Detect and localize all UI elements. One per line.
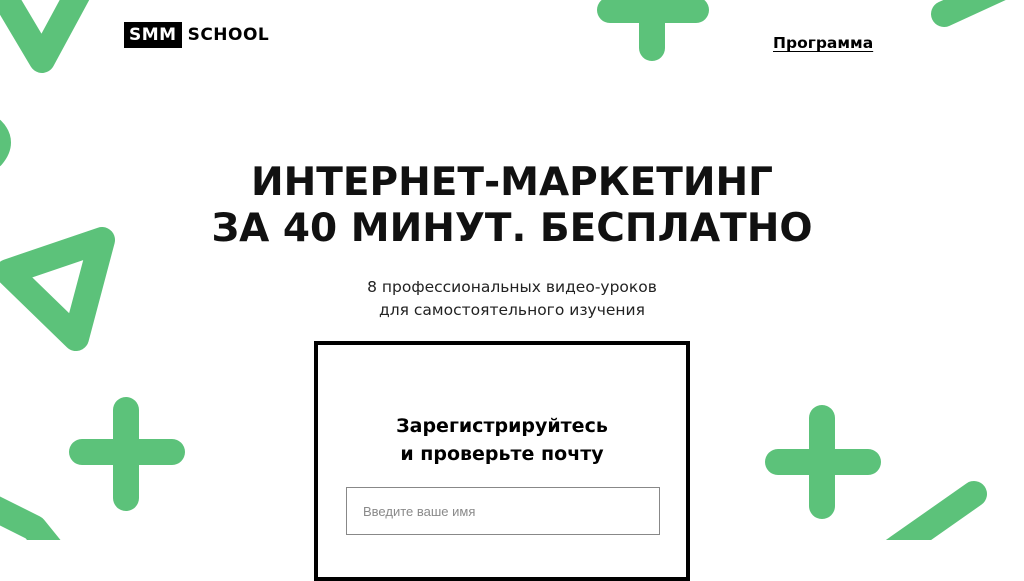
brand-logo[interactable]: SMM SCHOOL [124,22,269,48]
form-title: Зарегистрируйтесь и проверьте почту [318,412,686,468]
triangle-shape [931,0,1006,27]
plus-shape [765,405,881,519]
hero-title-line: ИНТЕРНЕТ-МАРКЕТИНГ [250,160,773,205]
name-input[interactable] [346,487,660,535]
registration-form: Зарегистрируйтесь и проверьте почту [314,341,690,581]
hero-subtitle: 8 профессиональных видео-уроков для само… [0,276,1024,322]
plus-shape [69,397,185,511]
line-shape [885,481,987,540]
logo-text: SCHOOL [187,25,270,45]
hero-subtitle-line: 8 профессиональных видео-уроков [367,278,657,296]
hero-title-line: ЗА 40 МИНУТ. БЕСПЛАТНО [211,206,813,251]
hero-title: ИНТЕРНЕТ-МАРКЕТИНГ ЗА 40 МИНУТ. БЕСПЛАТН… [0,160,1024,252]
plus-shape [597,0,709,61]
logo-mark: SMM [124,22,182,48]
form-title-line: и проверьте почту [400,443,604,465]
nav-program-link[interactable]: Программа [773,34,873,52]
triangle-shape [0,0,90,73]
line-shape [0,496,61,540]
hero-subtitle-line: для самостоятельного изучения [379,301,645,319]
form-title-line: Зарегистрируйтесь [396,415,608,437]
